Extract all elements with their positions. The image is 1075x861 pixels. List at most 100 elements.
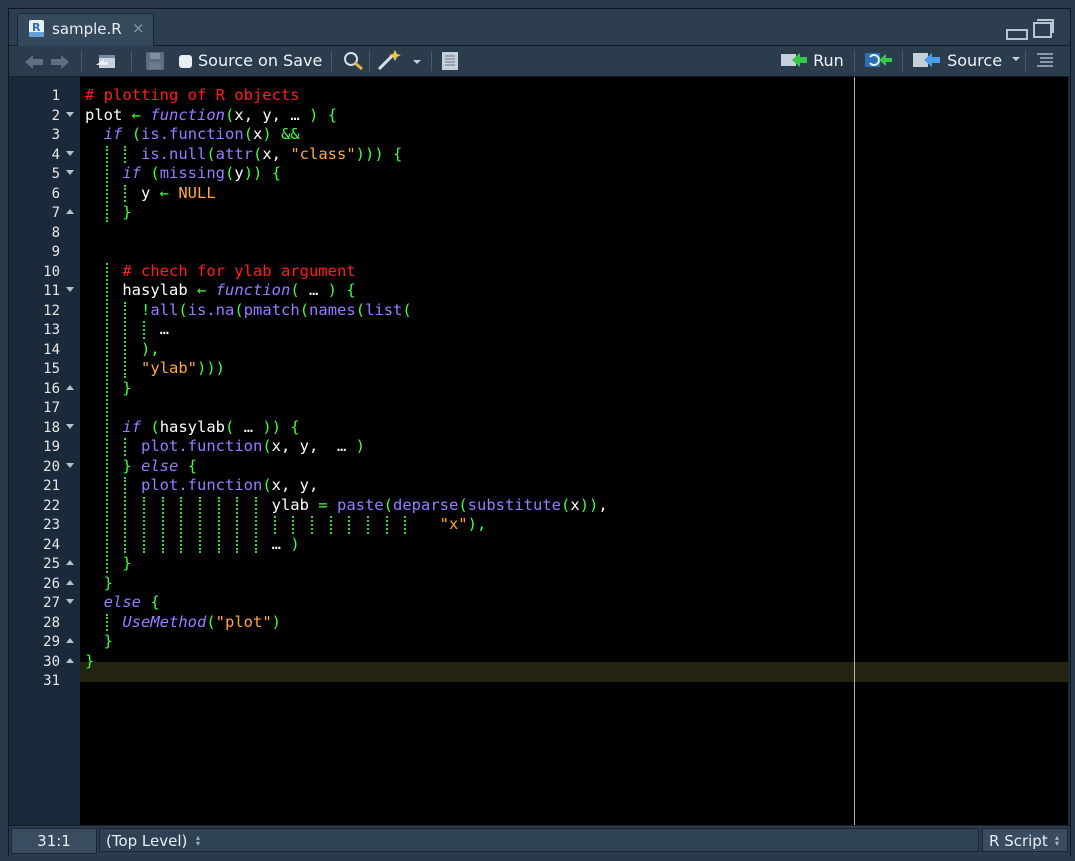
- gutter-line: 17: [9, 398, 80, 418]
- cursor-position[interactable]: 31:1: [11, 828, 97, 854]
- source-dropdown-chevron-icon[interactable]: [1011, 55, 1023, 65]
- fold-end-icon[interactable]: [66, 657, 74, 663]
- scope-selector[interactable]: (Top Level) ▴ ▾: [99, 828, 979, 852]
- code-line[interactable]: y ← NULL: [85, 184, 216, 204]
- close-tab-icon[interactable]: ×: [132, 19, 145, 37]
- back-forward-arrows: [25, 55, 69, 69]
- code-line[interactable]: }: [85, 574, 113, 594]
- code-token: names: [309, 300, 356, 319]
- code-line[interactable]: # plotting of R objects: [85, 86, 300, 106]
- gutter-line: 15: [9, 359, 80, 379]
- line-number: 4: [51, 146, 60, 163]
- code-line[interactable]: …: [85, 320, 169, 340]
- code-line[interactable]: … ): [85, 535, 300, 555]
- fold-end-icon[interactable]: [66, 560, 74, 565]
- code-line[interactable]: }: [85, 554, 131, 574]
- source-on-save-label: Source on Save: [198, 51, 323, 70]
- back-arrow-icon[interactable]: [25, 55, 43, 69]
- rerun-icon[interactable]: [864, 50, 894, 74]
- outline-icon[interactable]: [1036, 52, 1054, 76]
- fold-collapse-icon[interactable]: [66, 111, 74, 117]
- code-line[interactable]: }: [85, 379, 131, 399]
- code-line[interactable]: # chech for ylab argument: [85, 261, 356, 282]
- code-line[interactable]: }: [85, 632, 113, 652]
- fold-end-icon[interactable]: [66, 384, 74, 390]
- fold-collapse-icon[interactable]: [66, 423, 74, 429]
- magic-wand-icon[interactable]: [375, 49, 423, 73]
- code-editor[interactable]: # plotting of R objects plot ← function(x…: [80, 77, 1068, 825]
- tab-sample-r[interactable]: R sample.R ×: [17, 13, 154, 46]
- fold-collapse-icon[interactable]: [66, 462, 74, 468]
- gutter-line: 13: [9, 320, 80, 340]
- code-token: # chech for ylab argument: [122, 261, 356, 280]
- code-line[interactable]: plot.function(x, y,: [85, 476, 318, 496]
- file-type-label: R Script: [989, 832, 1048, 850]
- code-line[interactable]: else {: [85, 593, 160, 613]
- code-line[interactable]: is.null(attr(x, "class"))) {: [85, 145, 402, 165]
- code-line[interactable]: ),: [85, 340, 160, 360]
- code-line[interactable]: if (missing(y)) {: [85, 164, 281, 184]
- code-line[interactable]: "ylab"))): [85, 359, 225, 379]
- updown-icon: ▴ ▾: [1055, 833, 1060, 848]
- source-on-save-toggle[interactable]: Source on Save: [179, 49, 322, 73]
- gutter-line: 27: [9, 593, 80, 613]
- code-line[interactable]: if (hasylab( … )) {: [85, 418, 299, 438]
- run-button[interactable]: Run: [780, 49, 844, 73]
- minimize-pane-icon[interactable]: [1006, 29, 1028, 40]
- line-number: 6: [51, 185, 60, 202]
- code-token: {: [327, 105, 338, 124]
- line-number: 16: [43, 380, 60, 397]
- fold-collapse-icon[interactable]: [66, 287, 74, 292]
- code-line[interactable]: UseMethod("plot"): [85, 613, 281, 633]
- source-button[interactable]: Source: [912, 49, 1023, 73]
- code-token: (: [262, 437, 272, 455]
- fold-collapse-icon[interactable]: [66, 150, 74, 156]
- code-line[interactable]: }: [85, 652, 94, 672]
- gutter-line: 20: [9, 457, 80, 477]
- line-number: 19: [43, 439, 60, 455]
- code-token: ))): [355, 144, 384, 163]
- code-token: ←: [159, 183, 169, 202]
- code-token: "ylab": [141, 359, 197, 377]
- gutter-line: 2: [9, 106, 80, 126]
- fold-collapse-icon[interactable]: [66, 170, 74, 175]
- code-token: {: [271, 164, 282, 182]
- code-line[interactable]: } else {: [85, 457, 197, 477]
- fold-end-icon[interactable]: [66, 209, 74, 214]
- code-line[interactable]: !all(is.na(pmatch(names(list(: [85, 301, 412, 321]
- code-token: (: [206, 144, 216, 163]
- code-line[interactable]: }: [85, 203, 131, 223]
- gutter-line: 14: [9, 340, 80, 360]
- code-line[interactable]: "x"),: [85, 515, 487, 535]
- code-token: paste: [336, 495, 384, 514]
- code-line[interactable]: if (is.function(x) &&: [85, 125, 300, 145]
- code-token: (: [225, 105, 235, 124]
- chevron-down-icon[interactable]: [413, 60, 421, 64]
- maximize-pane-icon[interactable]: [1033, 22, 1052, 38]
- code-line[interactable]: hasylab ← function( … ) {: [85, 281, 355, 301]
- search-icon[interactable]: [343, 51, 365, 75]
- compile-report-icon[interactable]: [440, 51, 460, 75]
- fold-collapse-icon[interactable]: [66, 599, 74, 604]
- code-line[interactable]: plot.function(x, y, … ): [85, 437, 365, 457]
- fold-end-icon[interactable]: [66, 638, 74, 643]
- line-number: 11: [43, 283, 60, 299]
- fold-end-icon[interactable]: [66, 579, 74, 585]
- save-icon[interactable]: [145, 51, 165, 75]
- source-on-save-checkbox[interactable]: [179, 55, 192, 68]
- file-type-selector[interactable]: R Script ▴ ▾: [982, 828, 1068, 852]
- line-number: 31: [43, 673, 60, 689]
- code-line[interactable]: ylab = paste(deparse(substitute(x)),: [85, 496, 608, 516]
- code-token: x: [253, 125, 263, 143]
- line-number: 27: [43, 595, 60, 611]
- show-in-window-icon[interactable]: [94, 51, 118, 75]
- code-line[interactable]: plot ← function(x, y, … ) {: [85, 106, 337, 126]
- forward-arrow-icon[interactable]: [51, 55, 69, 69]
